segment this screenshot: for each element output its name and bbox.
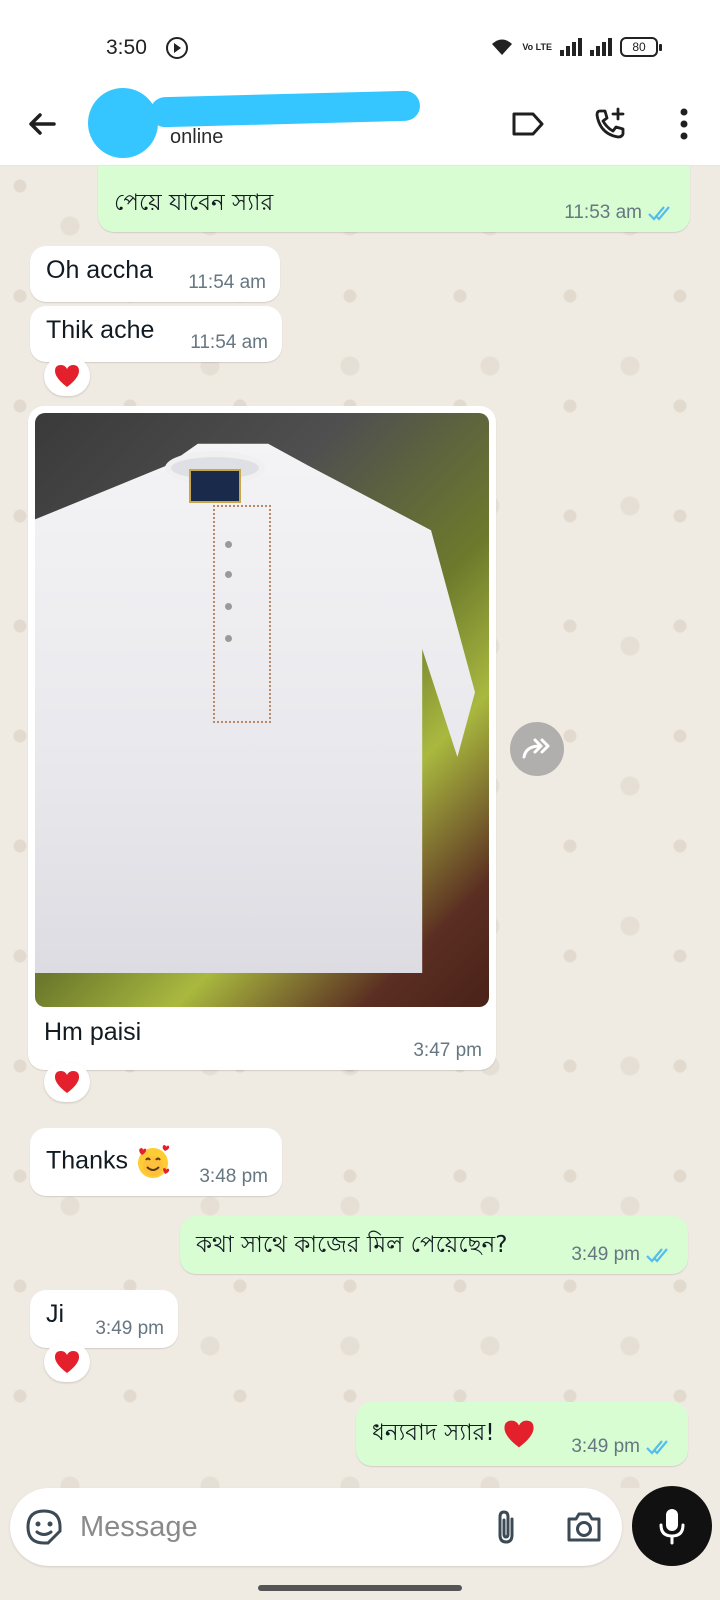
- photo-button: [225, 635, 232, 642]
- label-button[interactable]: [506, 102, 550, 146]
- message-text: Thanks: [46, 1146, 128, 1175]
- reaction-badge[interactable]: [44, 1062, 90, 1102]
- signal-icon-2: [590, 38, 612, 56]
- heart-reaction-icon: [55, 1071, 79, 1093]
- camera-icon[interactable]: [564, 1507, 604, 1547]
- message-meta: 11:54 am: [188, 272, 266, 294]
- message-incoming[interactable]: Thanks 3:48 pm: [30, 1128, 282, 1196]
- label-tag-icon: [512, 112, 544, 136]
- forward-button[interactable]: [510, 722, 564, 776]
- dnd-icon: [166, 37, 188, 59]
- message-outgoing[interactable]: ধন্যবাদ স্যার! 3:49 pm: [356, 1402, 688, 1466]
- wifi-icon: [492, 39, 513, 55]
- message-time: 11:54 am: [188, 272, 266, 293]
- photo-button: [225, 571, 232, 578]
- message-outgoing[interactable]: পেয়ে যাবেন স্যার 11:53 am: [98, 166, 690, 232]
- message-meta: 3:49 pm: [95, 1318, 164, 1340]
- message-image[interactable]: Hm paisi 3:47 pm: [28, 406, 496, 1070]
- more-vertical-icon: [680, 108, 688, 140]
- message-time: 3:47 pm: [413, 1040, 482, 1061]
- sticker-emoji-icon[interactable]: [24, 1507, 64, 1547]
- overflow-menu-button[interactable]: [662, 102, 706, 146]
- image-caption: Hm paisi: [44, 1018, 142, 1046]
- home-indicator[interactable]: [258, 1585, 462, 1591]
- message-meta: 11:53 am: [564, 202, 676, 224]
- message-time: 3:49 pm: [95, 1318, 164, 1339]
- add-call-button[interactable]: [588, 102, 632, 146]
- status-indicators: Vo LTE 80: [490, 37, 662, 57]
- read-ticks-icon: [646, 1248, 668, 1263]
- heart-reaction-icon: [55, 1351, 79, 1373]
- microphone-icon: [659, 1509, 685, 1545]
- photo-placket: [213, 505, 271, 723]
- smiling-face-with-hearts-icon: [137, 1145, 170, 1178]
- message-meta: 11:54 am: [190, 332, 268, 354]
- battery-icon: 80: [620, 37, 662, 57]
- message-text: ধন্যবাদ স্যার!: [372, 1420, 495, 1446]
- message-outgoing[interactable]: কথা সাথে কাজের মিল পেয়েছেন? 3:49 pm: [180, 1216, 688, 1274]
- heart-icon: [504, 1420, 534, 1447]
- message-time: 3:49 pm: [571, 1244, 640, 1265]
- voice-message-button[interactable]: [632, 1486, 712, 1566]
- message-time: 3:49 pm: [571, 1436, 640, 1457]
- contact-avatar[interactable]: [88, 88, 158, 158]
- contact-name-redacted[interactable]: [149, 90, 421, 128]
- status-bar: 3:50 Vo LTE 80: [0, 0, 720, 82]
- signal-icon: [560, 38, 582, 56]
- photo-button: [225, 603, 232, 610]
- paperclip-icon[interactable]: [486, 1507, 526, 1547]
- message-time: 3:48 pm: [199, 1166, 268, 1187]
- message-meta: 3:49 pm: [571, 1244, 674, 1266]
- message-time: 11:53 am: [564, 202, 642, 223]
- message-meta: 3:48 pm: [199, 1166, 268, 1188]
- phone-add-icon: [595, 107, 625, 139]
- volte-label: Vo LTE: [522, 41, 552, 52]
- chat-header: online: [0, 82, 720, 166]
- read-ticks-icon: [646, 1440, 668, 1455]
- system-nav-bar: [0, 1570, 720, 1600]
- message-incoming[interactable]: Oh accha 11:54 am: [30, 246, 280, 302]
- back-arrow-icon[interactable]: [22, 104, 62, 144]
- contact-presence: online: [170, 126, 224, 148]
- reaction-badge[interactable]: [44, 1342, 90, 1382]
- photo-button: [225, 541, 232, 548]
- message-meta: 3:47 pm: [413, 1040, 482, 1062]
- message-input[interactable]: [80, 1506, 460, 1548]
- message-composer: [10, 1488, 622, 1566]
- status-time: 3:50: [106, 36, 147, 59]
- message-text: পেয়ে যাবেন স্যার: [114, 190, 274, 216]
- message-incoming[interactable]: Ji 3:49 pm: [30, 1290, 178, 1348]
- forward-icon: [522, 738, 550, 759]
- message-time: 11:54 am: [190, 332, 268, 353]
- message-meta: 3:49 pm: [571, 1436, 674, 1458]
- message-incoming[interactable]: Thik ache 11:54 am: [30, 306, 282, 362]
- chat-messages[interactable]: পেয়ে যাবেন স্যার 11:53 am Oh accha 11:5…: [0, 166, 720, 1488]
- photo-brand-tag: [189, 469, 241, 503]
- heart-reaction-icon: [55, 365, 79, 387]
- read-ticks-icon: [648, 206, 670, 221]
- shared-photo[interactable]: [35, 413, 489, 1007]
- reaction-badge[interactable]: [44, 356, 90, 396]
